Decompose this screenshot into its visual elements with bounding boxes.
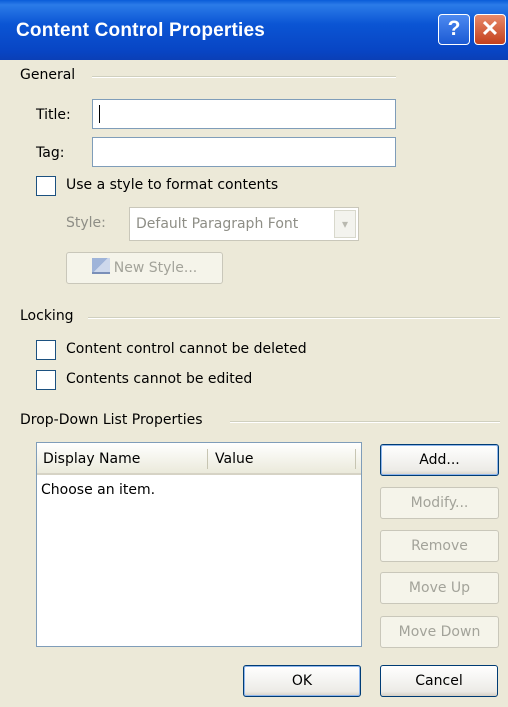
dropdown-heading: Drop-Down List Properties [20, 412, 211, 428]
general-heading: General [20, 67, 84, 83]
use-style-label[interactable]: Use a style to format contents [66, 177, 278, 193]
column-value[interactable]: Value [209, 443, 253, 471]
content-control-properties-dialog: Content Control Properties ? ✕ General T… [0, 0, 508, 707]
cannot-edit-checkbox[interactable] [36, 370, 56, 390]
column-divider[interactable] [355, 449, 356, 469]
title-bar[interactable]: Content Control Properties ? ✕ [0, 0, 508, 60]
dialog-title: Content Control Properties [16, 20, 266, 41]
list-header: Display Name Value [37, 443, 361, 475]
cannot-delete-label[interactable]: Content control cannot be deleted [66, 341, 307, 357]
cancel-button[interactable]: Cancel [380, 665, 498, 697]
new-style-icon [91, 258, 110, 274]
help-icon[interactable]: ? [438, 14, 470, 45]
ok-button[interactable]: OK [243, 665, 361, 697]
move-down-button[interactable]: Move Down [380, 616, 499, 648]
style-label: Style: [66, 215, 106, 231]
move-up-button[interactable]: Move Up [380, 572, 499, 604]
style-select-value: Default Paragraph Font [136, 216, 299, 232]
modify-button[interactable]: Modify... [380, 487, 499, 519]
column-divider[interactable] [207, 449, 208, 469]
dropdown-divider [230, 421, 500, 423]
new-style-button[interactable]: New Style... [66, 252, 223, 284]
list-item-display-name: Choose an item. [41, 482, 156, 498]
title-label: Title: [36, 107, 71, 123]
add-button-label: Add... [419, 452, 460, 468]
new-style-label: New Style... [113, 260, 198, 276]
dropdown-items-list[interactable]: Display Name Value Choose an item. [36, 442, 362, 647]
general-divider [92, 76, 396, 78]
text-cursor [99, 105, 100, 123]
locking-heading: Locking [20, 308, 82, 324]
cannot-edit-label[interactable]: Contents cannot be edited [66, 371, 252, 387]
list-item[interactable]: Choose an item. [41, 482, 155, 498]
tag-label: Tag: [36, 145, 65, 161]
add-button[interactable]: Add... [380, 444, 499, 476]
remove-button[interactable]: Remove [380, 530, 499, 562]
chevron-down-icon[interactable]: ▾ [334, 210, 356, 238]
style-select[interactable]: Default Paragraph Font ▾ [129, 207, 359, 241]
title-input[interactable] [92, 99, 396, 129]
locking-divider [88, 317, 500, 319]
cannot-delete-checkbox[interactable] [36, 340, 56, 360]
column-display-name[interactable]: Display Name [37, 443, 140, 471]
close-icon[interactable]: ✕ [474, 14, 506, 45]
use-style-checkbox[interactable] [36, 176, 56, 196]
tag-input[interactable] [92, 137, 396, 167]
